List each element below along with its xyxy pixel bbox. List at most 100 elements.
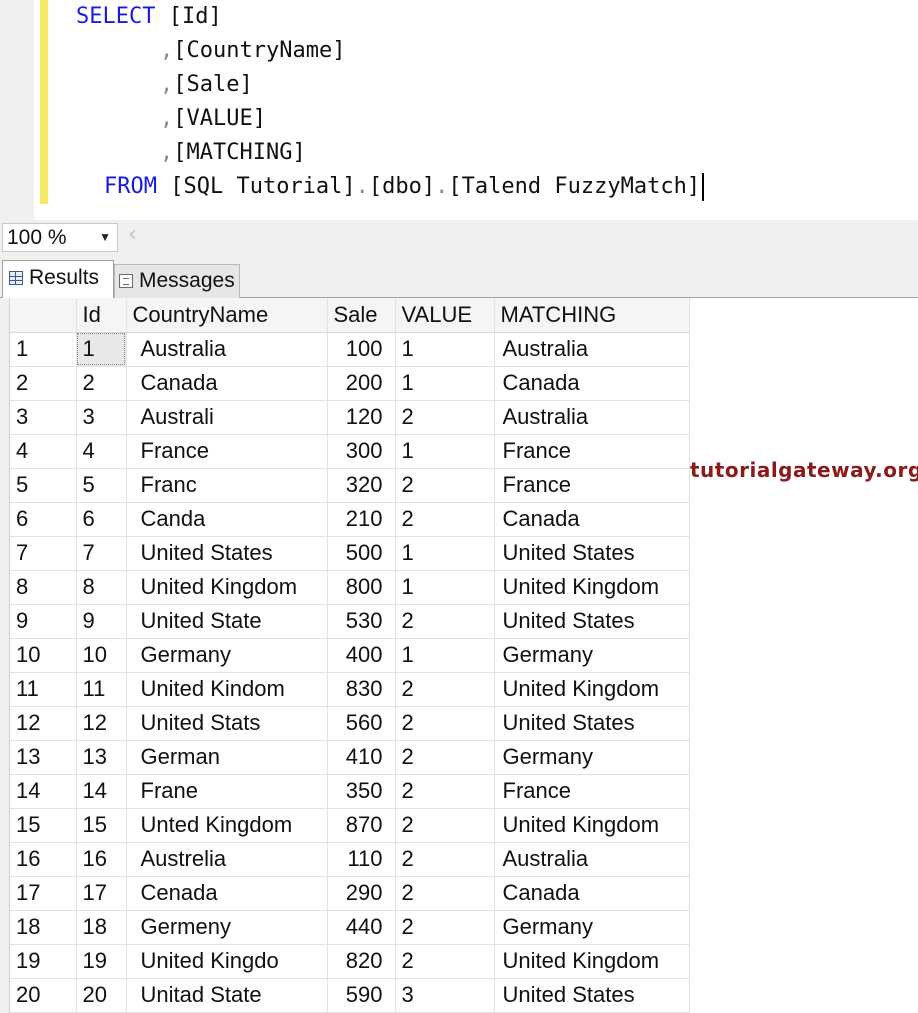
row-number-cell[interactable]: 15 <box>10 808 77 843</box>
scroll-left-icon[interactable]: ‹ <box>128 222 137 247</box>
sale-cell[interactable]: 530 <box>327 604 396 639</box>
sale-cell[interactable]: 560 <box>327 706 396 741</box>
matching-cell[interactable]: Canada <box>494 876 690 911</box>
countryname-cell[interactable]: Franc <box>126 468 328 503</box>
id-cell[interactable]: 12 <box>76 706 127 741</box>
sale-cell[interactable]: 110 <box>327 842 396 877</box>
table-row[interactable]: 1 1 Australia 100 1 Australia <box>10 332 690 367</box>
matching-cell[interactable]: Canada <box>494 366 690 401</box>
countryname-cell[interactable]: German <box>126 740 328 775</box>
id-cell[interactable]: 7 <box>76 536 127 571</box>
matching-cell[interactable]: United States <box>494 536 690 571</box>
value-cell[interactable]: 2 <box>395 468 495 503</box>
sale-cell[interactable]: 830 <box>327 672 396 707</box>
sale-cell[interactable]: 120 <box>327 400 396 435</box>
row-number-cell[interactable]: 16 <box>10 842 77 877</box>
row-number-cell[interactable]: 12 <box>10 706 77 741</box>
id-cell[interactable]: 18 <box>76 910 127 945</box>
value-cell[interactable]: 2 <box>395 672 495 707</box>
countryname-cell[interactable]: Canada <box>126 366 328 401</box>
countryname-cell[interactable]: Australia <box>126 332 328 367</box>
value-cell[interactable]: 2 <box>395 604 495 639</box>
table-row[interactable]: 12 12 United Stats 560 2 United States <box>10 706 690 741</box>
id-cell[interactable]: 3 <box>76 400 127 435</box>
sale-cell[interactable]: 100 <box>327 332 396 367</box>
value-cell[interactable]: 1 <box>395 638 495 673</box>
countryname-cell[interactable]: Canda <box>126 502 328 537</box>
sale-cell[interactable]: 400 <box>327 638 396 673</box>
value-cell[interactable]: 2 <box>395 808 495 843</box>
matching-cell[interactable]: Australia <box>494 842 690 877</box>
matching-cell[interactable]: France <box>494 434 690 469</box>
countryname-cell[interactable]: United Stats <box>126 706 328 741</box>
matching-cell[interactable]: United Kingdom <box>494 672 690 707</box>
countryname-cell[interactable]: Germeny <box>126 910 328 945</box>
table-row[interactable]: 20 20 Unitad State 590 3 United States <box>10 978 690 1013</box>
value-cell[interactable]: 1 <box>395 366 495 401</box>
matching-cell[interactable]: United States <box>494 706 690 741</box>
row-number-cell[interactable]: 9 <box>10 604 77 639</box>
row-number-cell[interactable]: 20 <box>10 978 77 1013</box>
value-cell[interactable]: 2 <box>395 502 495 537</box>
id-cell[interactable]: 17 <box>76 876 127 911</box>
id-cell[interactable]: 15 <box>76 808 127 843</box>
row-number-cell[interactable]: 10 <box>10 638 77 673</box>
countryname-cell[interactable]: Australi <box>126 400 328 435</box>
id-cell[interactable]: 13 <box>76 740 127 775</box>
dropdown-arrow-icon[interactable]: ▼ <box>99 224 111 251</box>
row-number-cell[interactable]: 5 <box>10 468 77 503</box>
id-cell[interactable]: 20 <box>76 978 127 1013</box>
table-row[interactable]: 19 19 United Kingdo 820 2 United Kingdom <box>10 944 690 979</box>
matching-cell[interactable]: Germany <box>494 910 690 945</box>
table-row[interactable]: 15 15 Unted Kingdom 870 2 United Kingdom <box>10 808 690 843</box>
value-cell[interactable]: 2 <box>395 740 495 775</box>
countryname-cell[interactable]: United Kingdom <box>126 570 328 605</box>
row-number-cell[interactable]: 7 <box>10 536 77 571</box>
value-cell[interactable]: 2 <box>395 910 495 945</box>
matching-cell[interactable]: United States <box>494 604 690 639</box>
sale-cell[interactable]: 410 <box>327 740 396 775</box>
column-header-id[interactable]: Id <box>76 298 127 333</box>
table-row[interactable]: 13 13 German 410 2 Germany <box>10 740 690 775</box>
matching-cell[interactable]: United Kingdom <box>494 808 690 843</box>
id-cell[interactable]: 16 <box>76 842 127 877</box>
id-cell[interactable]: 9 <box>76 604 127 639</box>
table-row[interactable]: 18 18 Germeny 440 2 Germany <box>10 910 690 945</box>
countryname-cell[interactable]: United States <box>126 536 328 571</box>
value-cell[interactable]: 2 <box>395 944 495 979</box>
table-row[interactable]: 10 10 Germany 400 1 Germany <box>10 638 690 673</box>
countryname-cell[interactable]: United State <box>126 604 328 639</box>
matching-cell[interactable]: United Kingdom <box>494 570 690 605</box>
column-header-matching[interactable]: MATCHING <box>494 298 690 333</box>
matching-cell[interactable]: United States <box>494 978 690 1013</box>
row-number-cell[interactable]: 8 <box>10 570 77 605</box>
countryname-cell[interactable]: United Kindom <box>126 672 328 707</box>
column-header-sale[interactable]: Sale <box>327 298 396 333</box>
sale-cell[interactable]: 870 <box>327 808 396 843</box>
row-number-cell[interactable]: 11 <box>10 672 77 707</box>
id-cell[interactable]: 11 <box>76 672 127 707</box>
value-cell[interactable]: 2 <box>395 842 495 877</box>
value-cell[interactable]: 1 <box>395 332 495 367</box>
row-number-cell[interactable]: 19 <box>10 944 77 979</box>
value-cell[interactable]: 3 <box>395 978 495 1013</box>
table-row[interactable]: 17 17 Cenada 290 2 Canada <box>10 876 690 911</box>
countryname-cell[interactable]: Cenada <box>126 876 328 911</box>
matching-cell[interactable]: Germany <box>494 740 690 775</box>
matching-cell[interactable]: France <box>494 468 690 503</box>
row-number-header[interactable] <box>10 298 77 333</box>
table-row[interactable]: 5 5 Franc 320 2 France <box>10 468 690 503</box>
countryname-cell[interactable]: Unitad State <box>126 978 328 1013</box>
countryname-cell[interactable]: Frane <box>126 774 328 809</box>
tab-messages[interactable]: Messages <box>114 264 240 298</box>
value-cell[interactable]: 1 <box>395 570 495 605</box>
row-number-cell[interactable]: 4 <box>10 434 77 469</box>
sale-cell[interactable]: 800 <box>327 570 396 605</box>
sale-cell[interactable]: 500 <box>327 536 396 571</box>
table-row[interactable]: 14 14 Frane 350 2 France <box>10 774 690 809</box>
tab-results[interactable]: Results <box>2 260 114 298</box>
query-editor[interactable]: SELECT [Id] ,[CountryName] ,[Sale] ,[VAL… <box>0 0 918 220</box>
matching-cell[interactable]: Germany <box>494 638 690 673</box>
column-header-countryname[interactable]: CountryName <box>126 298 328 333</box>
value-cell[interactable]: 1 <box>395 536 495 571</box>
